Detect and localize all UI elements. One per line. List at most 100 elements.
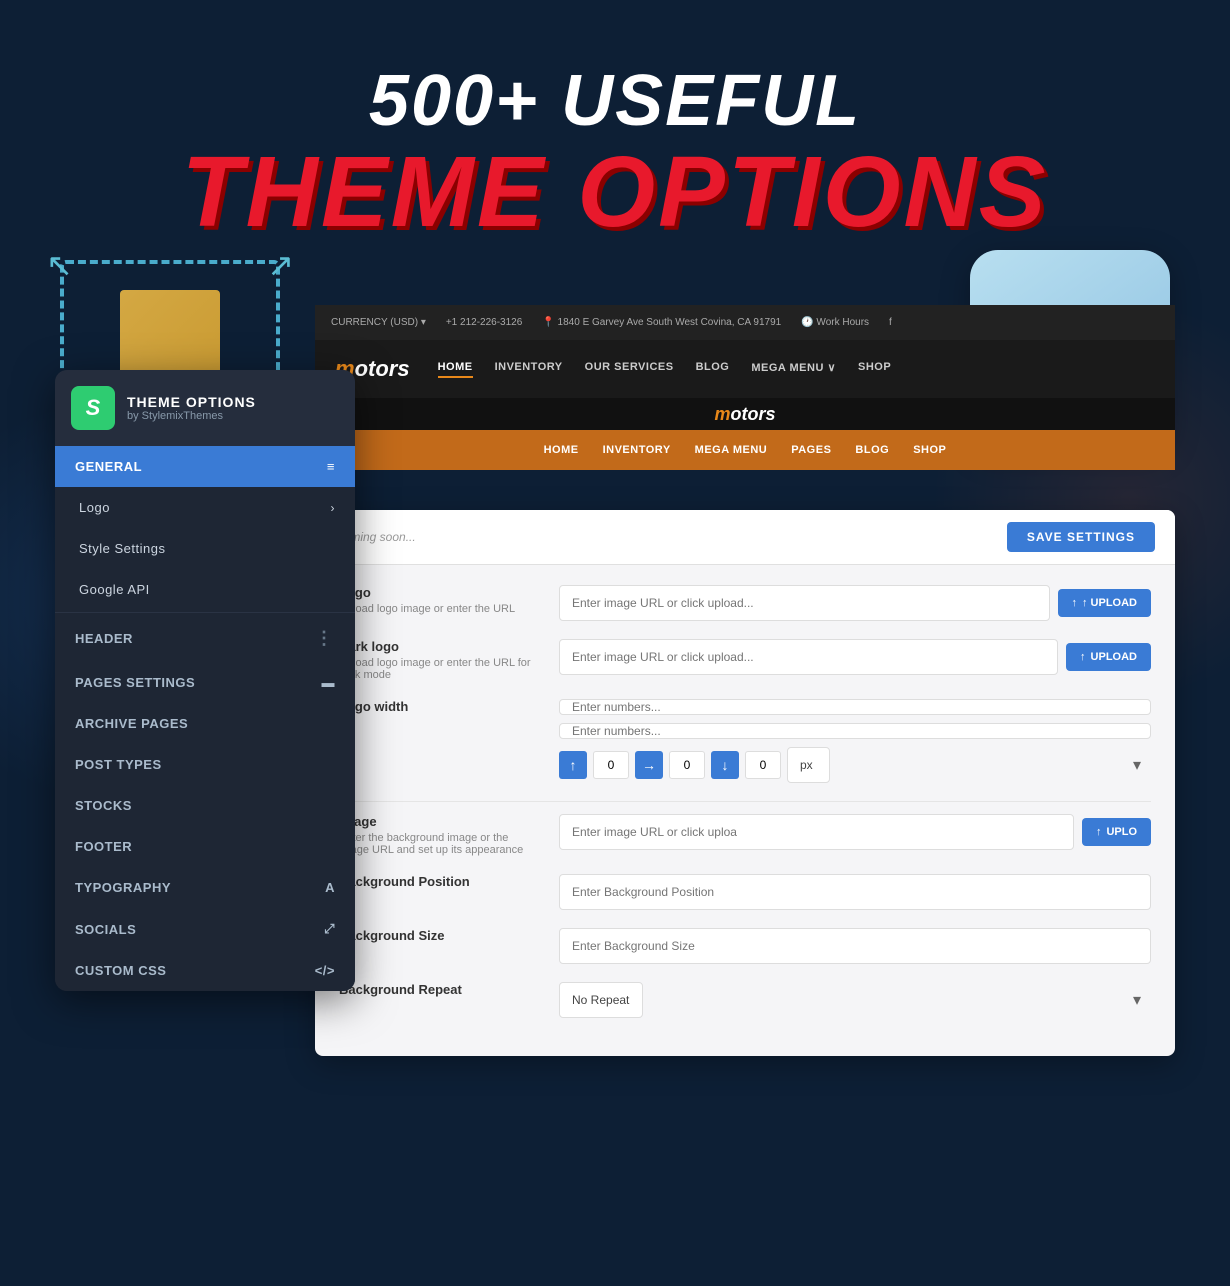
- motors-logo2: motors: [714, 404, 775, 425]
- logo-width-input1[interactable]: [559, 699, 1151, 715]
- bg-size-input-group: [559, 928, 1151, 964]
- nav-item-logo-label: Logo: [79, 500, 110, 515]
- nav-item-pages-settings[interactable]: PAGES SETTINGS ▬: [55, 662, 355, 703]
- nav-shop[interactable]: SHOP: [858, 361, 891, 378]
- typography-icon: A: [325, 880, 335, 895]
- nav2-mega-menu[interactable]: MEGA MENU: [695, 444, 768, 456]
- bg-size-input[interactable]: [559, 928, 1151, 964]
- nav-item-custom-css[interactable]: CUSTOM CSS </>: [55, 950, 355, 991]
- bg-position-label-block: Background Position: [339, 874, 539, 892]
- panel-logo: S: [71, 386, 115, 430]
- nav-inventory[interactable]: INVENTORY: [495, 361, 563, 378]
- settings-content: Logo Upload logo image or enter the URL …: [315, 565, 1175, 1056]
- bg-size-label-block: Background Size: [339, 928, 539, 946]
- nav-mega-menu[interactable]: MEGA MENU ∨: [751, 361, 836, 378]
- bg-position-input[interactable]: [559, 874, 1151, 910]
- arrow-up-value[interactable]: [593, 751, 629, 779]
- nav-home[interactable]: HOME: [438, 361, 473, 378]
- dark-logo-url-input[interactable]: [559, 639, 1058, 675]
- bg-upload-button[interactable]: ↑ UPLO: [1082, 818, 1151, 846]
- motors-nav-links: HOME INVENTORY OUR SERVICES BLOG MEGA ME…: [438, 361, 892, 378]
- nav2-blog[interactable]: BLOG: [855, 444, 889, 456]
- nav2-home[interactable]: HOME: [544, 444, 579, 456]
- dark-upload-icon: ↑: [1080, 651, 1086, 663]
- nav-item-general[interactable]: GENERAL ≡: [55, 446, 355, 487]
- bg-image-row: Image Enter the background image or the …: [339, 814, 1151, 856]
- logo-width-label: Logo width: [339, 699, 539, 714]
- nav-item-logo[interactable]: Logo ›: [55, 487, 355, 528]
- hero-line2: THEME OPTIONS: [0, 142, 1230, 242]
- nav-item-footer-label: FOOTER: [75, 839, 132, 854]
- dark-logo-row: Dark logo Upload logo image or enter the…: [339, 639, 1151, 681]
- unit-select[interactable]: px % em: [787, 747, 830, 783]
- nav-divider-1: [55, 612, 355, 613]
- nav-item-stocks[interactable]: STOCKS: [55, 785, 355, 826]
- nav-services[interactable]: OUR SERVICES: [585, 361, 674, 378]
- nav-item-post-types-label: POST TYPES: [75, 757, 162, 772]
- arrow-down-btn[interactable]: ↓: [711, 751, 739, 779]
- logo-input-group: ↑ ↑ UPLOAD: [559, 585, 1151, 621]
- settings-topbar: Coming soon... SAVE SETTINGS: [315, 510, 1175, 565]
- nav-item-socials[interactable]: SOCIALS ⤢: [55, 908, 355, 950]
- settings-panel: Coming soon... SAVE SETTINGS Logo Upload…: [315, 510, 1175, 1056]
- panel-header: S THEME OPTIONS by StylemixThemes: [55, 370, 355, 446]
- bg-image-label: Image: [339, 814, 539, 829]
- bg-upload-icon: ↑: [1096, 826, 1102, 838]
- nav2-shop[interactable]: SHOP: [913, 444, 946, 456]
- arrow-input-group: ↑ → ↓ px % em: [559, 747, 1151, 783]
- hours-label: 🕐 Work Hours: [801, 317, 869, 328]
- arrow-right-btn[interactable]: →: [635, 751, 663, 779]
- logo-width-input2[interactable]: [559, 723, 1151, 739]
- currency-label: CURRENCY (USD) ▾: [331, 317, 426, 328]
- dark-logo-desc: Upload logo image or enter the URL for d…: [339, 657, 539, 681]
- bg-repeat-label: Background Repeat: [339, 982, 539, 997]
- logo-width-row: Logo width ↑ → ↓ px % em: [339, 699, 1151, 783]
- arrow-right-value[interactable]: [669, 751, 705, 779]
- nav-blog[interactable]: BLOG: [696, 361, 730, 378]
- logo-url-input[interactable]: [559, 585, 1050, 621]
- dark-logo-upload-button[interactable]: ↑ UPLOAD: [1066, 643, 1151, 671]
- bg-repeat-row: Background Repeat No Repeat Repeat Repea…: [339, 982, 1151, 1018]
- save-settings-button[interactable]: SAVE SETTINGS: [1007, 522, 1155, 552]
- arrow-topleft-icon: ↖: [46, 246, 73, 284]
- nav-item-footer[interactable]: FOOTER: [55, 826, 355, 867]
- nav-item-typography-label: TYPOGRAPHY: [75, 880, 171, 895]
- chevron-right-icon: ›: [331, 501, 336, 515]
- nav-item-google-api[interactable]: Google API: [55, 569, 355, 610]
- nav-item-archive-label: ARCHIVE PAGES: [75, 716, 188, 731]
- nav-item-typography[interactable]: TYPOGRAPHY A: [55, 867, 355, 908]
- bg-upload-label: UPLO: [1106, 826, 1137, 838]
- motors-navbar: motors HOME INVENTORY OUR SERVICES BLOG …: [315, 340, 1175, 398]
- bg-position-label: Background Position: [339, 874, 539, 889]
- settings-divider-1: [339, 801, 1151, 802]
- dark-logo-label-block: Dark logo Upload logo image or enter the…: [339, 639, 539, 681]
- nav-item-socials-label: SOCIALS: [75, 922, 136, 937]
- bg-position-row: Background Position: [339, 874, 1151, 910]
- nav2-pages[interactable]: PAGES: [791, 444, 831, 456]
- logo-label-block: Logo Upload logo image or enter the URL: [339, 585, 539, 615]
- logo-upload-button[interactable]: ↑ ↑ UPLOAD: [1058, 589, 1152, 617]
- panel-nav: GENERAL ≡ Logo › Style Settings Google A…: [55, 446, 355, 991]
- nav-item-post-types[interactable]: POST TYPES: [55, 744, 355, 785]
- panel-subtitle: by StylemixThemes: [127, 410, 256, 422]
- bg-size-row: Background Size: [339, 928, 1151, 964]
- motors-topbar: CURRENCY (USD) ▾ +1 212-226-3126 📍 1840 …: [315, 305, 1175, 340]
- nav2-inventory[interactable]: INVENTORY: [603, 444, 671, 456]
- bg-image-url-input[interactable]: [559, 814, 1074, 850]
- arrow-down-value[interactable]: [745, 751, 781, 779]
- bg-image-label-block: Image Enter the background image or the …: [339, 814, 539, 856]
- bg-repeat-select[interactable]: No Repeat Repeat Repeat-X Repeat-Y: [559, 982, 643, 1018]
- logo-desc: Upload logo image or enter the URL: [339, 603, 539, 615]
- bg-image-input-group: ↑ UPLO: [559, 814, 1151, 850]
- motors-topbar2: motors: [315, 398, 1175, 430]
- sliders-icon: ≡: [327, 459, 335, 474]
- nav-item-header[interactable]: HEADER ⋮: [55, 615, 355, 662]
- theme-options-panel: S THEME OPTIONS by StylemixThemes GENERA…: [55, 370, 355, 991]
- arrow-up-btn[interactable]: ↑: [559, 751, 587, 779]
- nav-item-pages-label: PAGES SETTINGS: [75, 675, 195, 690]
- bg-position-input-group: [559, 874, 1151, 910]
- phone-label: +1 212-226-3126: [446, 317, 522, 328]
- upload-label: ↑ UPLOAD: [1082, 597, 1137, 609]
- nav-item-archive-pages[interactable]: ARCHIVE PAGES: [55, 703, 355, 744]
- nav-item-style-settings[interactable]: Style Settings: [55, 528, 355, 569]
